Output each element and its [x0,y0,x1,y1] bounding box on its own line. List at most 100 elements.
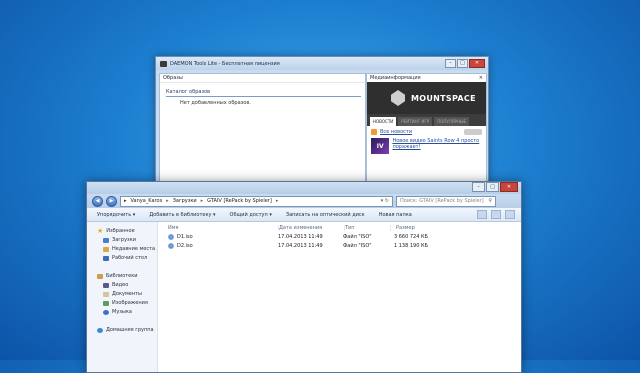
nav-label: Рабочий стол [112,255,148,261]
news-thumbnail[interactable]: IV [371,138,390,154]
file-size: 3 660 724 КБ [393,233,428,240]
nav-label: Музыка [112,309,132,315]
close-button[interactable]: ✕ [500,182,518,192]
nav-label: Видео [112,282,129,288]
pictures-icon [103,300,109,306]
nav-item-downloads[interactable]: Загрузки [87,237,157,243]
daemon-title: DAEMON Tools Lite - Бесплатная лицензия [170,60,280,67]
nav-label: Загрузки [112,237,136,243]
nav-item-recent[interactable]: Недавние места [87,246,157,252]
daemon-title-bar[interactable]: DAEMON Tools Lite - Бесплатная лицензия … [156,57,488,70]
disc-image-icon [168,242,174,249]
nav-item-pictures[interactable]: Изображения [87,300,157,306]
explorer-window: – □ ✕ ◀ ▶ ▸ Vanya_Karos ▸ Загрузки ▸ GTAIV… [86,181,522,373]
breadcrumb-user[interactable]: Vanya_Karos [131,198,163,204]
news-tabs: НОВОСТИ РЕЙТИНГ ИГР ПОПУЛЯРНЫЕ [367,114,486,126]
nav-item-documents[interactable]: Документы [87,291,157,297]
back-button[interactable]: ◀ [92,195,103,207]
maximize-button[interactable]: □ [457,59,468,68]
libraries-icon [97,273,103,279]
rss-icon [371,129,377,135]
minimize-button[interactable]: – [472,182,485,192]
disc-image-icon [168,233,174,240]
daemon-app-icon [160,60,167,67]
view-options-icon[interactable] [477,210,487,219]
homegroup-icon [97,327,103,333]
tab-news[interactable]: НОВОСТИ [370,117,397,126]
close-button[interactable]: ✕ [469,59,485,68]
nav-item-desktop[interactable]: Рабочий стол [87,255,157,261]
favorites-label: Избранное [106,228,135,234]
desktop-icon [103,255,109,261]
file-name: D2.iso [177,242,193,249]
nav-item-music[interactable]: Музыка [87,309,157,315]
media-info-panel: Медиаинформация × MOUNTSPACE НОВОСТИ РЕЙТ… [366,73,487,183]
video-icon [103,282,109,288]
toggle-switch[interactable] [464,129,482,135]
file-name: D1.iso [177,233,193,240]
search-icon: ⚲ [488,198,492,204]
search-input[interactable]: Поиск: GTAIV [RePack by Spieler] ⚲ [396,195,496,207]
explorer-title-bar[interactable]: – □ ✕ [87,182,521,194]
libraries-group[interactable]: Библиотеки [87,273,157,279]
burn-button[interactable]: Записать на оптический диск [286,212,365,218]
recent-places-icon [103,246,109,252]
file-type: Файл "ISO" [343,242,372,249]
media-info-header: Медиаинформация [370,75,421,81]
image-catalog-label[interactable]: Каталог образов [166,89,361,97]
nav-item-video[interactable]: Видео [87,282,157,288]
images-header: Образы [160,74,365,83]
file-size: 1 138 190 КБ [393,242,428,249]
music-icon [103,309,109,315]
mountspace-logo-icon [391,90,405,106]
share-button[interactable]: Общий доступ ▾ [230,212,272,218]
nav-label: Документы [112,291,142,297]
homegroup-item[interactable]: Домашняя группа [87,327,157,333]
mountspace-brand: MOUNTSPACE [411,93,476,103]
column-type[interactable]: Тип [345,225,391,231]
homegroup-label: Домашняя группа [106,327,154,333]
downloads-icon [103,237,109,243]
nav-label: Изображения [112,300,148,306]
nav-label: Недавние места [112,246,156,252]
column-date[interactable]: Дата изменения [279,225,345,231]
search-placeholder: Поиск: GTAIV [RePack by Spieler] [400,198,484,204]
libraries-label: Библиотеки [106,273,138,279]
minimize-button[interactable]: – [445,59,456,68]
column-headers: Имя Дата изменения Тип Размер [165,224,521,232]
file-row[interactable]: D2.iso 17.04.2013 11:49 Файл "ISO" 1 138… [165,241,521,250]
tab-popular[interactable]: ПОПУЛЯРНЫЕ [434,117,470,126]
breadcrumb-downloads[interactable]: Загрузки [173,198,197,204]
all-news-link[interactable]: Все новости [380,129,412,135]
organize-button[interactable]: Упорядочить ▾ [97,212,135,218]
file-list: Имя Дата изменения Тип Размер D1.iso 17.… [165,224,521,372]
daemon-tools-window: DAEMON Tools Lite - Бесплатная лицензия … [155,56,489,184]
maximize-button[interactable]: □ [486,182,499,192]
command-bar: Упорядочить ▾ Добавить в библиотеку ▾ Об… [87,208,521,222]
mountspace-banner[interactable]: MOUNTSPACE [367,82,486,114]
favorites-group[interactable]: ★ Избранное [87,227,157,235]
breadcrumb-gtaiv[interactable]: GTAIV [RePack by Spieler] [207,198,272,204]
add-to-library-button[interactable]: Добавить в библиотеку ▾ [149,212,215,218]
news-item[interactable]: IV Новое видео Saints Row 4 просто пораж… [367,138,486,154]
new-folder-button[interactable]: Новая папка [379,212,412,218]
documents-icon [103,291,109,297]
folder-icon: ▸ [124,198,127,204]
refresh-icon[interactable]: ▾ ↻ [381,198,389,204]
preview-pane-icon[interactable] [491,210,501,219]
file-type: Файл "ISO" [343,233,372,240]
images-panel: Образы Каталог образов Нет добавленных о… [159,73,366,183]
column-size[interactable]: Размер [391,225,436,231]
file-date: 17.04.2013 11:49 [278,242,323,249]
file-row[interactable]: D1.iso 17.04.2013 11:49 Файл "ISO" 3 660… [165,232,521,241]
forward-button[interactable]: ▶ [106,195,117,207]
news-link[interactable]: Новое видео Saints Row 4 просто поражает… [392,138,482,154]
close-panel-icon[interactable]: × [479,74,483,82]
navigation-pane: ★ Избранное Загрузки Недавние места Рабо… [87,222,158,372]
star-icon: ★ [97,227,104,235]
help-icon[interactable] [505,210,515,219]
file-date: 17.04.2013 11:49 [278,233,323,240]
tab-game-rating[interactable]: РЕЙТИНГ ИГР [398,117,433,126]
address-bar[interactable]: ▸ Vanya_Karos ▸ Загрузки ▸ GTAIV [RePack b… [120,195,393,207]
column-name[interactable]: Имя [165,225,279,231]
